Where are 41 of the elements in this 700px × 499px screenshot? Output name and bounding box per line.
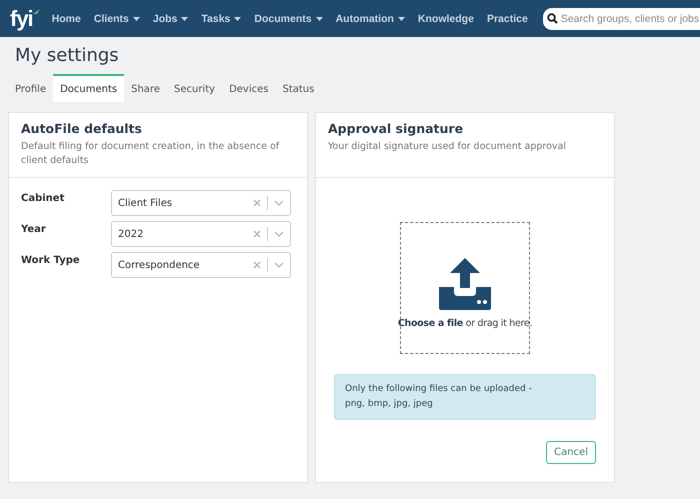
upload-icon [439, 258, 491, 310]
search-field[interactable]: Search groups, clients or jobs [542, 8, 700, 30]
clear-icon[interactable] [253, 261, 261, 269]
card-description: Default filing for document creation, in the absence of client defaults [21, 140, 280, 168]
nav-link[interactable]: Clients [94, 12, 140, 24]
nav-link[interactable]: Home [52, 12, 81, 24]
card-title: Approval signature [328, 121, 464, 136]
nav-link[interactable]: Automation [336, 12, 405, 24]
tab[interactable]: Security [166, 74, 222, 102]
chevron-down-icon[interactable] [274, 262, 284, 268]
nav-link[interactable]: Practice [486, 12, 528, 24]
nav-link[interactable]: Documents [254, 12, 323, 24]
clear-icon[interactable] [253, 230, 261, 238]
notice-text: png, bmp, jpg, jpeg [345, 398, 434, 411]
nav-link[interactable]: Jobs [152, 12, 188, 24]
card-title: AutoFile defaults [21, 121, 143, 136]
drop-instructions: Choose a file or drag it here. [398, 318, 532, 328]
leaf-icon [32, 8, 40, 14]
chevron-down-icon[interactable] [274, 200, 284, 206]
cancel-button[interactable]: Cancel [546, 441, 596, 464]
nav-link[interactable]: Knowledge [418, 12, 474, 24]
field-label: Work Type [21, 254, 81, 266]
card-description: Your digital signature used for document approval [328, 140, 567, 154]
file-drop-zone[interactable]: Choose a file or drag it here. [400, 222, 530, 354]
tab[interactable]: Status [275, 74, 322, 102]
nav-link[interactable]: Tasks [201, 12, 242, 24]
tab[interactable]: Profile [8, 74, 54, 102]
select-field[interactable]: Client Files [111, 190, 291, 216]
select-field[interactable]: Correspondence [111, 252, 291, 278]
field-label: Cabinet [21, 192, 66, 204]
page-title: My settings [14, 44, 120, 68]
notice-text: Only the following files can be uploaded - [345, 383, 533, 396]
select-field[interactable]: 2022 [111, 221, 291, 247]
tab[interactable]: Share [124, 74, 167, 102]
field-label: Year [21, 223, 47, 235]
tab[interactable]: Devices [222, 74, 276, 102]
logo[interactable]: fyi [10, 6, 33, 32]
clear-icon[interactable] [253, 199, 261, 207]
search-icon [546, 13, 558, 24]
tab[interactable]: Documents [53, 74, 124, 102]
chevron-down-icon[interactable] [274, 231, 284, 237]
